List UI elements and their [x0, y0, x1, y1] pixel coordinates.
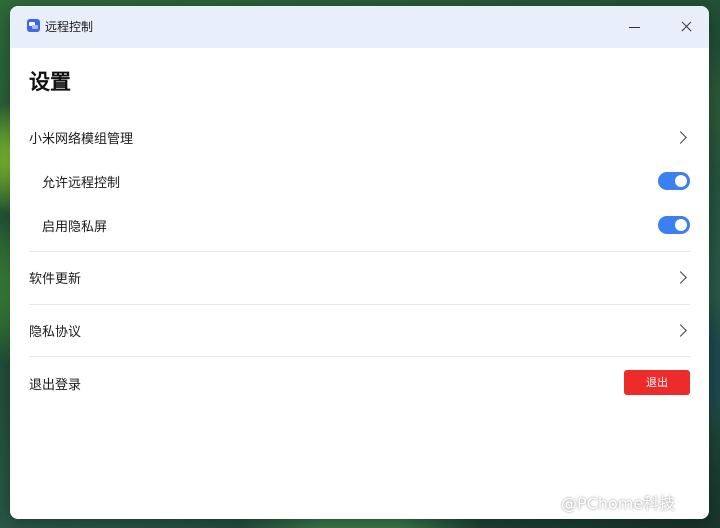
close-icon[interactable] [672, 14, 702, 40]
privacy-screen-label: 启用隐私屏 [42, 220, 108, 235]
privacy-policy-label: 隐私协议 [29, 325, 82, 340]
title-bar[interactable]: 远程控制 [10, 6, 709, 48]
minimize-icon[interactable] [620, 14, 650, 40]
watermark: @PChome科技 [541, 490, 675, 514]
window-title: 远程控制 [45, 20, 94, 34]
chevron-right-icon [674, 324, 687, 337]
remote-control-app-icon [27, 19, 40, 32]
module-management-row[interactable]: 小米网络模组管理 [10, 124, 709, 150]
software-update-row[interactable]: 软件更新 [10, 264, 709, 290]
toggle-knob [675, 175, 687, 187]
app-window: 远程控制 设置 小米网络模组管理 允许远程控制 启用隐私屏 软件更新 隐私协议 … [10, 6, 709, 519]
divider [29, 304, 690, 305]
privacy-policy-row[interactable]: 隐私协议 [10, 317, 709, 343]
module-management-label: 小米网络模组管理 [29, 132, 134, 147]
page-title: 设置 [29, 70, 71, 94]
watermark-text: @PChome科技 [561, 494, 676, 513]
allow-remote-control-toggle[interactable] [658, 172, 690, 190]
logout-button[interactable]: 退出 [624, 370, 690, 395]
software-update-label: 软件更新 [29, 272, 82, 287]
watermark-icon [541, 495, 557, 511]
logout-label: 退出登录 [29, 378, 82, 393]
allow-remote-control-row: 允许远程控制 [10, 168, 709, 194]
toggle-knob [675, 219, 687, 231]
allow-remote-control-label: 允许远程控制 [42, 176, 121, 191]
chevron-right-icon [674, 131, 687, 144]
divider [29, 251, 690, 252]
privacy-screen-toggle[interactable] [658, 216, 690, 234]
divider [29, 356, 690, 357]
chevron-right-icon [674, 271, 687, 284]
privacy-screen-row: 启用隐私屏 [10, 212, 709, 238]
logout-row: 退出登录 [10, 369, 709, 395]
